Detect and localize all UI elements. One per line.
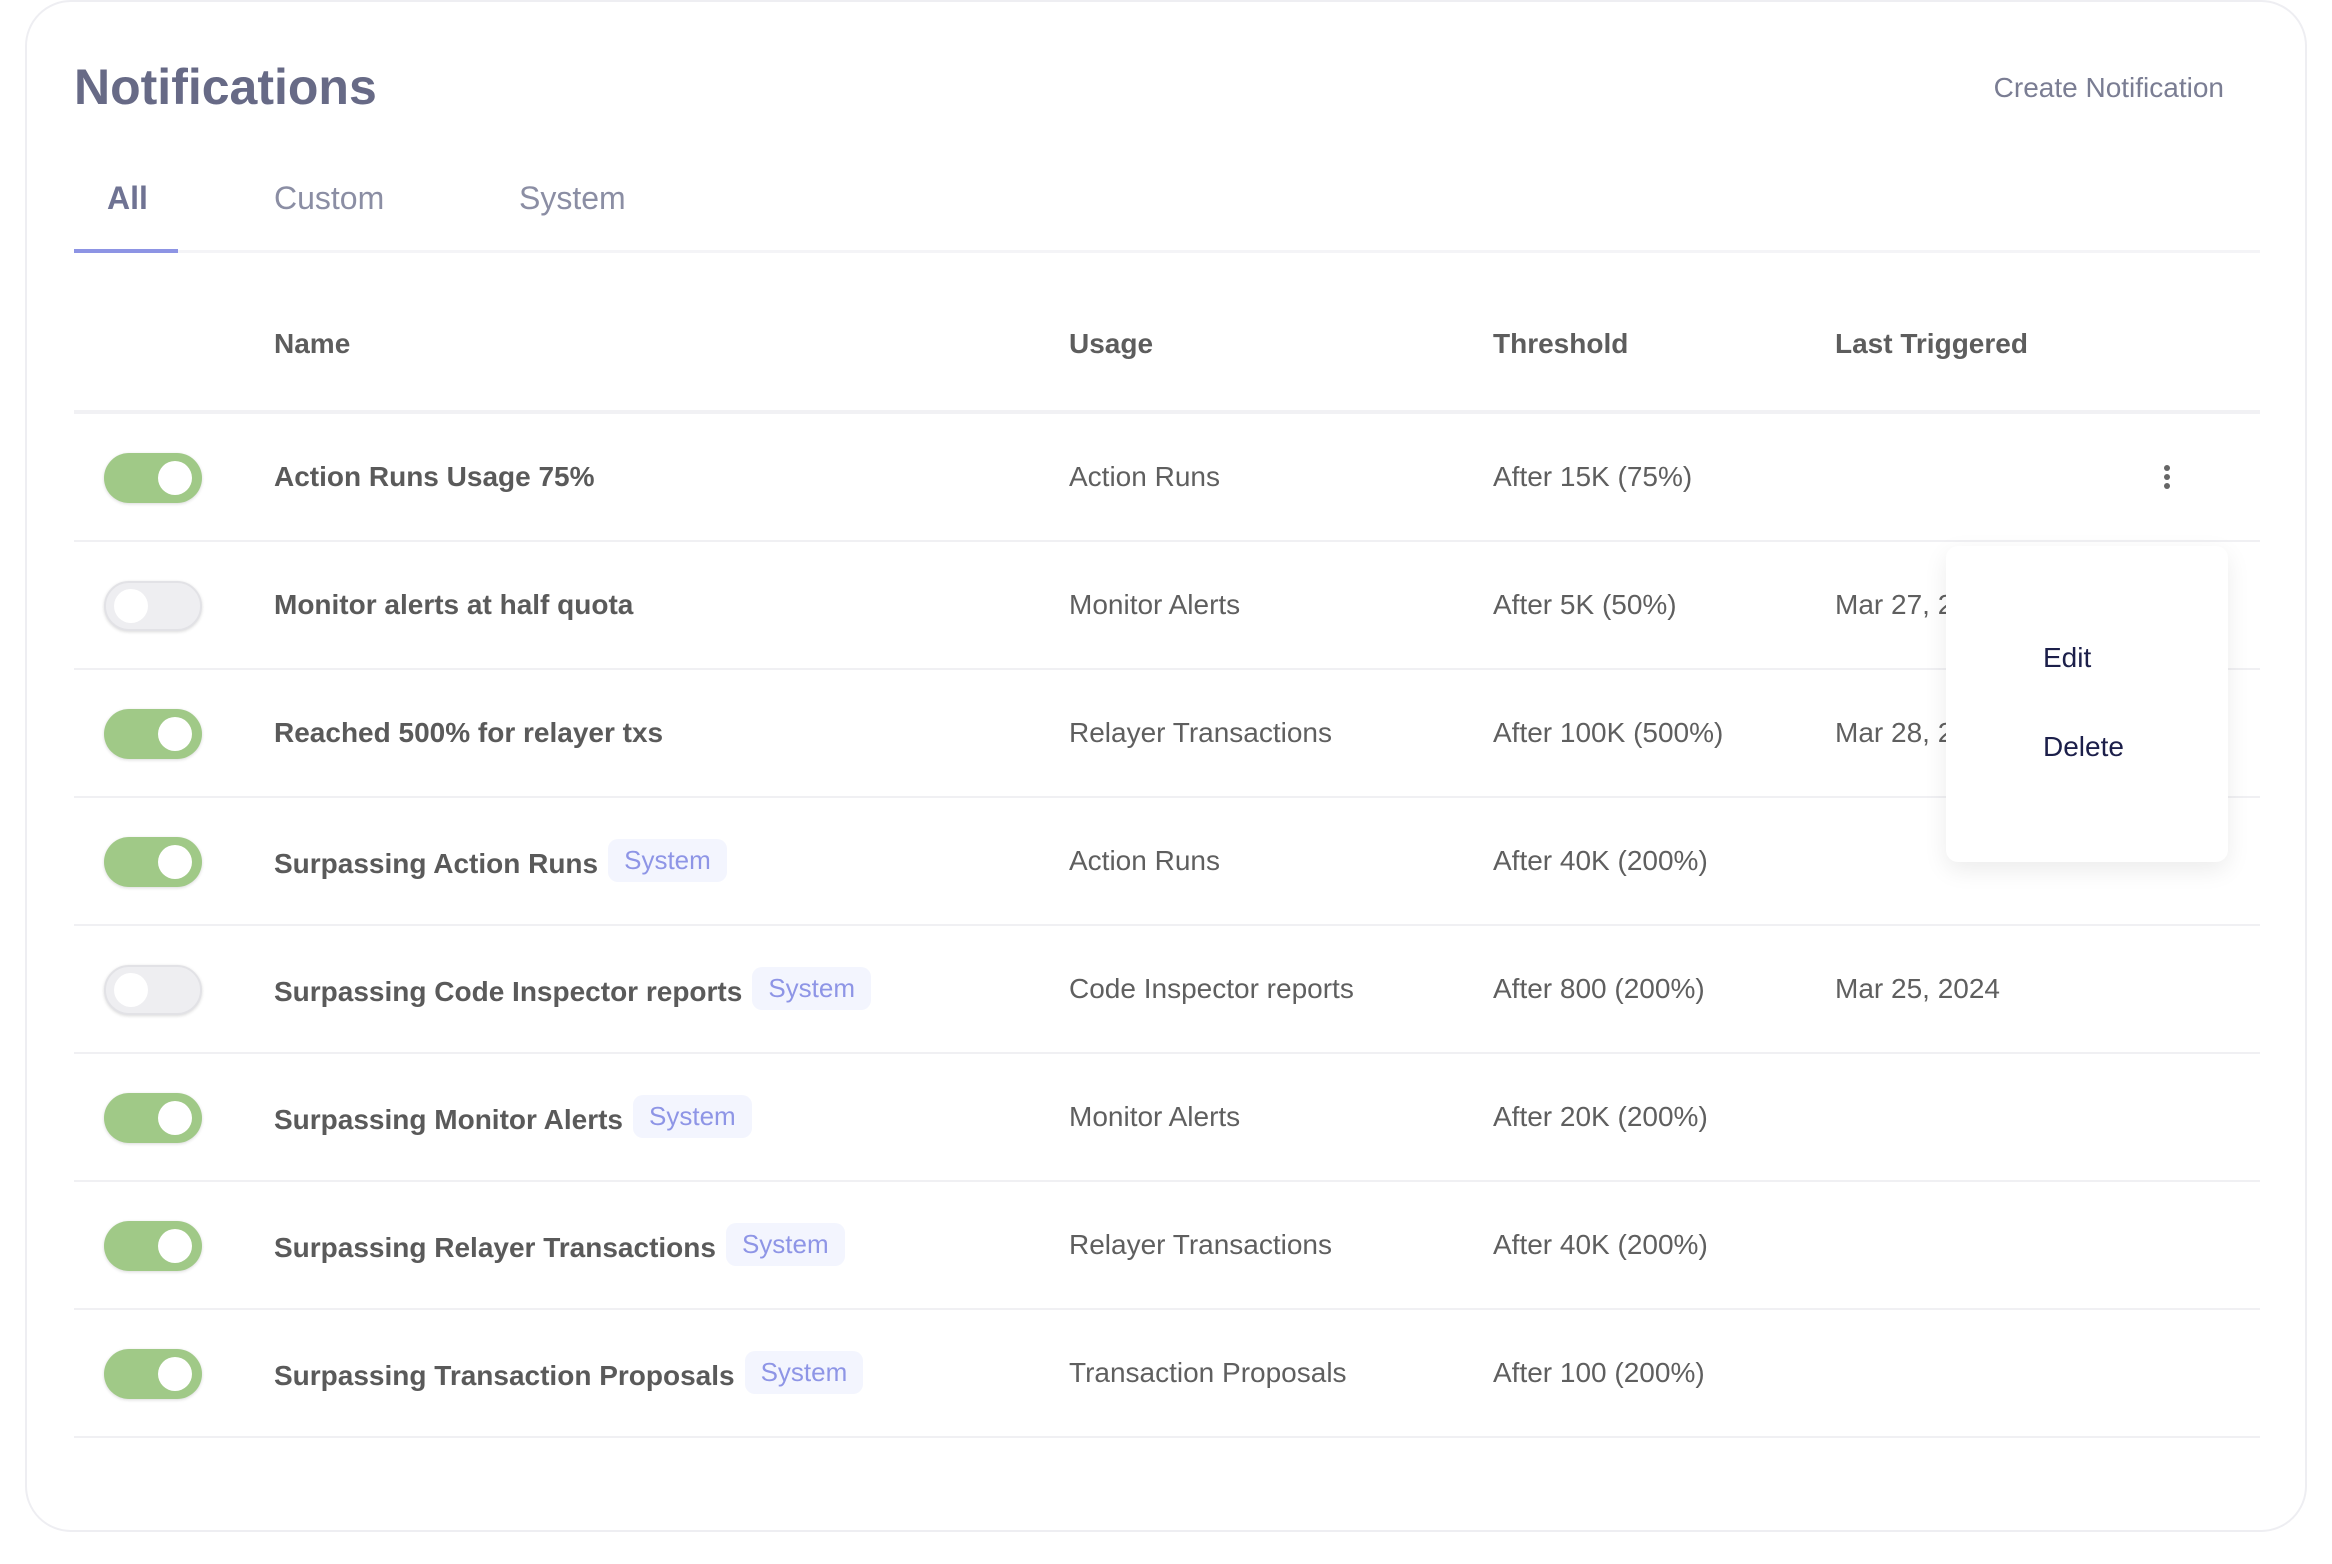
tab-all[interactable]: All <box>107 180 148 217</box>
column-header-last-triggered: Last Triggered <box>1835 328 2028 359</box>
usage-cell: Monitor Alerts <box>1069 589 1241 620</box>
last-triggered-cell: Mar 25, 2024 <box>1835 973 2000 1004</box>
toggle-knob <box>114 589 148 623</box>
enable-toggle[interactable] <box>104 709 202 759</box>
usage-cell: Monitor Alerts <box>1069 1101 1241 1132</box>
notification-name-text: Monitor alerts at half quota <box>274 589 634 620</box>
enable-toggle[interactable] <box>104 453 202 503</box>
usage-cell: Code Inspector reports <box>1069 973 1354 1004</box>
notification-name: Surpassing Relayer Transactions System <box>274 1223 845 1266</box>
more-options-icon[interactable] <box>2152 462 2182 494</box>
tab-system[interactable]: System <box>519 180 626 217</box>
notification-name: Surpassing Action Runs System <box>274 839 727 882</box>
toggle-knob <box>158 1357 192 1391</box>
threshold-cell: After 800 (200%) <box>1493 973 1705 1004</box>
menu-item-delete[interactable]: Delete <box>2043 731 2124 763</box>
notification-name: Action Runs Usage 75% <box>274 461 595 493</box>
notification-name: Reached 500% for relayer txs <box>274 717 663 749</box>
notification-name: Surpassing Code Inspector reports System <box>274 967 872 1010</box>
table-row: Surpassing Monitor Alerts System Monitor … <box>74 1054 2260 1182</box>
notification-name: Surpassing Transaction Proposals System <box>274 1351 864 1394</box>
system-badge: System <box>608 839 727 882</box>
usage-cell: Action Runs <box>1069 845 1220 876</box>
page-title: Notifications <box>74 59 377 115</box>
enable-toggle[interactable] <box>104 1221 202 1271</box>
toggle-knob <box>158 845 192 879</box>
threshold-cell: After 40K (200%) <box>1493 1229 1708 1260</box>
table-row: Reached 500% for relayer txs Relayer Tra… <box>74 670 2260 798</box>
notification-name-text: Surpassing Monitor Alerts <box>274 1103 624 1135</box>
toggle-knob <box>158 717 192 751</box>
notification-name-text: Surpassing Action Runs <box>274 847 599 879</box>
usage-cell: Relayer Transactions <box>1069 1229 1333 1260</box>
system-badge: System <box>744 1351 864 1394</box>
enable-toggle[interactable] <box>104 837 202 887</box>
toggle-knob <box>158 461 192 495</box>
threshold-cell: After 40K (200%) <box>1493 845 1708 876</box>
notification-name-text: Reached 500% for relayer txs <box>274 717 664 748</box>
threshold-cell: After 100K (500%) <box>1493 717 1724 748</box>
enable-toggle[interactable] <box>104 1349 202 1399</box>
column-header-usage: Usage <box>1069 328 1154 359</box>
column-header-name: Name <box>274 328 351 359</box>
table-row: Surpassing Action Runs System Action Runs… <box>74 798 2260 926</box>
toggle-knob <box>114 973 148 1007</box>
menu-item-edit[interactable]: Edit <box>2043 642 2091 674</box>
create-notification-button[interactable]: Create Notification <box>1994 72 2224 104</box>
threshold-cell: After 15K (75%) <box>1493 461 1693 492</box>
notification-name-text: Surpassing Code Inspector reports <box>274 975 743 1007</box>
notification-name-text: Surpassing Relayer Transactions <box>274 1231 716 1263</box>
tab-bar: All Custom System <box>74 170 2260 253</box>
threshold-cell: After 20K (200%) <box>1493 1101 1708 1132</box>
table-row: Action Runs Usage 75% Action Runs After … <box>74 414 2260 542</box>
tab-custom[interactable]: Custom <box>274 180 384 217</box>
enable-toggle[interactable] <box>104 1093 202 1143</box>
table-row: Monitor alerts at half quota Monitor Ale… <box>74 542 2260 670</box>
enable-toggle[interactable] <box>104 965 202 1015</box>
notification-name-text: Surpassing Transaction Proposals <box>274 1359 735 1391</box>
column-header-threshold: Threshold <box>1493 328 1629 359</box>
table-row: Surpassing Code Inspector reports System … <box>74 926 2260 1054</box>
table-row: Surpassing Relayer Transactions System Re… <box>74 1182 2260 1310</box>
system-badge: System <box>725 1223 845 1266</box>
row-context-menu: Edit Delete <box>1946 546 2228 862</box>
usage-cell: Action Runs <box>1069 461 1220 492</box>
toggle-knob <box>158 1101 192 1135</box>
usage-cell: Relayer Transactions <box>1069 717 1333 748</box>
notification-name-text: Action Runs Usage 75% <box>274 461 595 492</box>
threshold-cell: After 100 (200%) <box>1493 1357 1705 1388</box>
system-badge: System <box>633 1095 752 1138</box>
toggle-knob <box>158 1229 192 1263</box>
notification-name: Monitor alerts at half quota <box>274 589 633 621</box>
active-tab-indicator <box>74 249 178 253</box>
system-badge: System <box>752 967 872 1010</box>
enable-toggle[interactable] <box>104 581 202 631</box>
threshold-cell: After 5K (50%) <box>1493 589 1677 620</box>
usage-cell: Transaction Proposals <box>1069 1357 1347 1388</box>
table-row: Surpassing Transaction Proposals System T… <box>74 1310 2260 1438</box>
notification-name: Surpassing Monitor Alerts System <box>274 1095 752 1138</box>
